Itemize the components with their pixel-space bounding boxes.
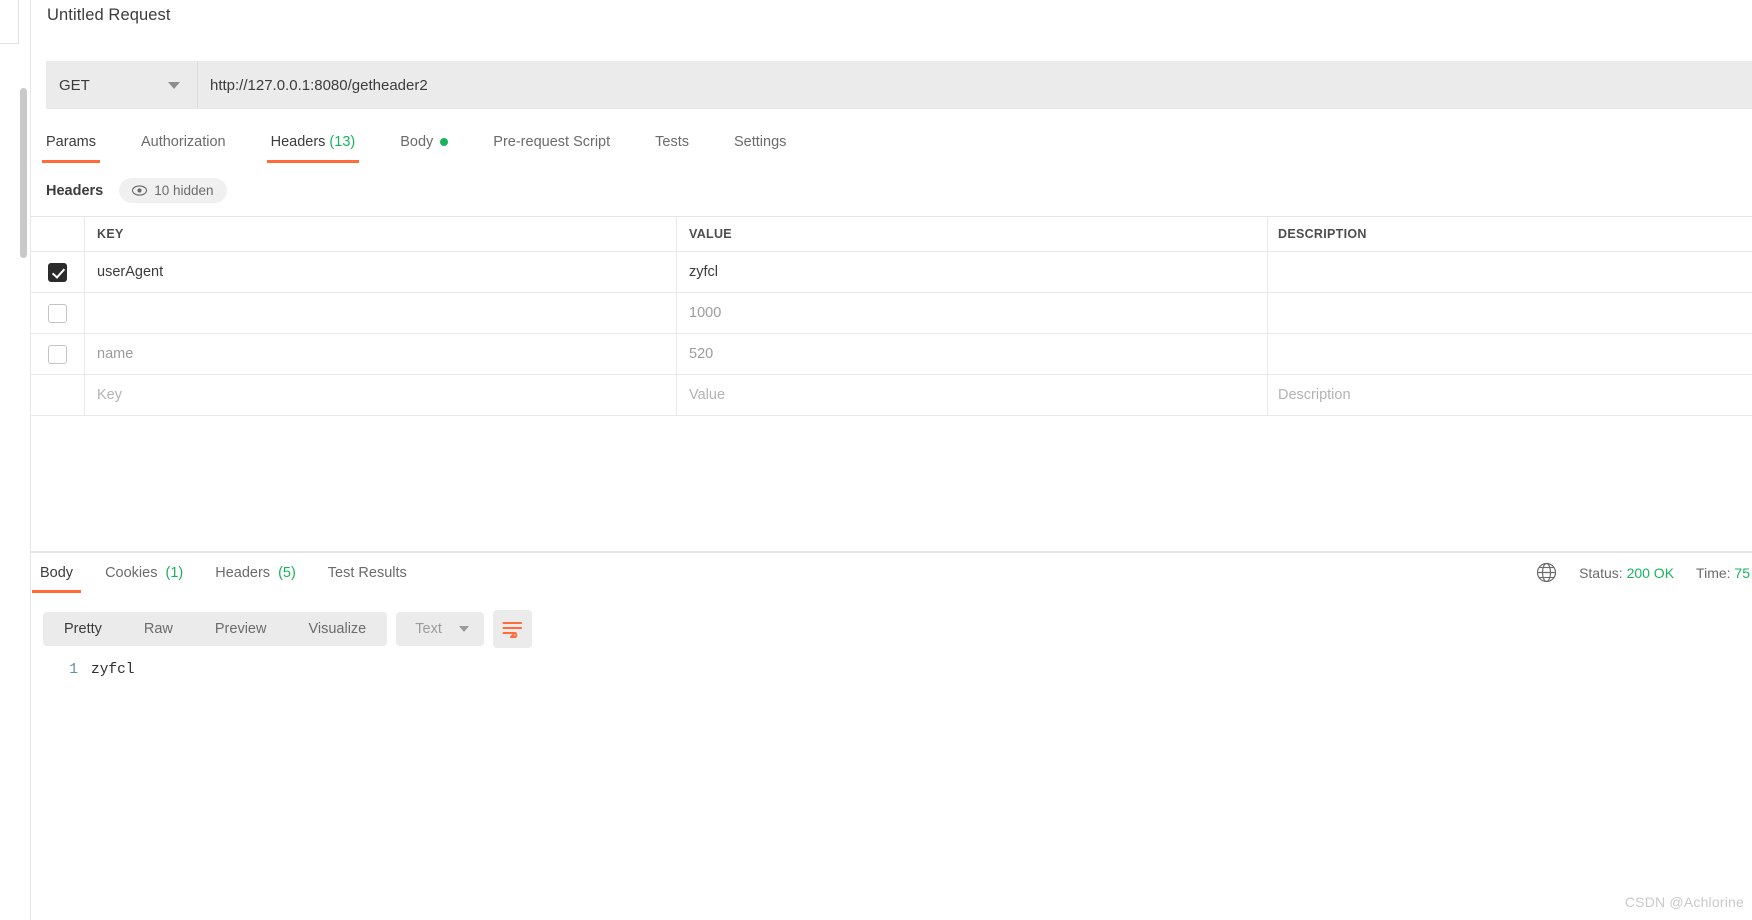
table-row-new: Key Value Description <box>30 375 1752 416</box>
postman-request-window: Untitled Request GET http://127.0.0.1:80… <box>0 0 1752 920</box>
url-bar: GET http://127.0.0.1:8080/getheader2 <box>46 61 1752 109</box>
row-checkbox[interactable] <box>47 262 67 282</box>
request-title[interactable]: Untitled Request <box>47 6 171 25</box>
new-row-checkbox-cell <box>30 375 85 415</box>
headers-table: KEY VALUE DESCRIPTION userAgent zyfcl 10… <box>30 216 1752 416</box>
response-tabs: Body Cookies (1) Headers (5) Test Result… <box>31 559 439 593</box>
line-number: 1 <box>69 662 78 678</box>
line-content: zyfcl <box>91 662 135 678</box>
tab-body[interactable]: Body <box>400 128 449 163</box>
tab-tests-label: Tests <box>655 134 689 150</box>
sidebar-divider <box>30 0 31 920</box>
tab-tests[interactable]: Tests <box>655 128 689 163</box>
word-wrap-icon <box>502 622 522 638</box>
tab-params[interactable]: Params <box>42 128 100 163</box>
code-line: 1 zyfcl <box>43 662 1752 678</box>
tab-settings[interactable]: Settings <box>734 128 786 163</box>
chevron-down-icon <box>458 626 469 632</box>
response-tab-test-results[interactable]: Test Results <box>328 559 407 593</box>
time-badge: Time: 75 <box>1696 565 1750 581</box>
row-checkbox-cell <box>30 252 85 292</box>
response-body-viewer[interactable]: 1 zyfcl <box>43 662 1752 920</box>
panel-splitter[interactable] <box>30 551 1752 553</box>
status-value: 200 OK <box>1626 564 1675 581</box>
row-value-input[interactable]: 520 <box>677 334 1268 374</box>
row-checkbox[interactable] <box>47 344 67 364</box>
view-mode-pretty[interactable]: Pretty <box>43 612 123 646</box>
tab-headers[interactable]: Headers (13) <box>266 128 359 163</box>
row-checkbox-cell <box>30 334 85 374</box>
response-body-toolbar: Pretty Raw Preview Visualize Text <box>43 610 532 648</box>
http-method-label: GET <box>59 76 90 94</box>
response-tab-cookies-label: Cookies <box>105 565 158 581</box>
response-tab-headers-count: (5) <box>278 565 296 581</box>
view-mode-group: Pretty Raw Preview Visualize <box>43 612 388 646</box>
column-header-value: VALUE <box>677 217 1268 251</box>
row-description-input[interactable] <box>1268 293 1752 333</box>
response-tab-cookies-count: (1) <box>165 565 184 581</box>
row-key-input[interactable] <box>85 293 677 333</box>
time-label: Time: <box>1696 564 1731 581</box>
tab-settings-label: Settings <box>733 134 787 150</box>
tab-pre-request-script[interactable]: Pre-request Script <box>493 128 610 163</box>
word-wrap-button[interactable] <box>492 610 532 648</box>
tab-headers-count: (13) <box>329 134 356 150</box>
headers-section-label: Headers <box>46 182 104 199</box>
globe-icon[interactable] <box>1536 562 1557 583</box>
response-tab-cookies[interactable]: Cookies (1) <box>105 559 183 593</box>
url-input[interactable]: http://127.0.0.1:8080/getheader2 <box>198 61 1752 109</box>
response-format-select[interactable]: Text <box>396 612 484 646</box>
row-value-input[interactable]: zyfcl <box>677 252 1268 292</box>
response-meta: Status: 200 OK Time: 75 <box>1536 562 1752 583</box>
body-present-dot-icon <box>440 138 449 147</box>
eye-icon <box>132 185 148 196</box>
header-row-checkbox-col <box>30 217 85 251</box>
tab-headers-label: Headers <box>270 134 326 150</box>
column-header-key: KEY <box>85 217 677 251</box>
new-row-key-input[interactable]: Key <box>85 375 677 415</box>
headers-table-header-row: KEY VALUE DESCRIPTION <box>30 217 1752 252</box>
time-value: 75 <box>1734 564 1750 581</box>
hidden-headers-toggle[interactable]: 10 hidden <box>119 178 227 203</box>
hidden-headers-label: 10 hidden <box>154 183 214 198</box>
tab-body-label: Body <box>400 134 434 150</box>
new-row-description-input[interactable]: Description <box>1268 375 1752 415</box>
tab-authorization-label: Authorization <box>140 134 226 150</box>
status-badge: Status: 200 OK <box>1579 565 1674 581</box>
response-tab-headers[interactable]: Headers (5) <box>215 559 296 593</box>
http-method-select[interactable]: GET <box>46 61 198 109</box>
row-key-input[interactable]: userAgent <box>85 252 677 292</box>
table-row: name 520 <box>30 334 1752 375</box>
request-tabs: Params Authorization Headers (13) Body Pr… <box>42 128 831 170</box>
row-description-input[interactable] <box>1268 252 1752 292</box>
view-mode-raw[interactable]: Raw <box>123 612 194 646</box>
table-row: userAgent zyfcl <box>30 252 1752 293</box>
row-checkbox[interactable] <box>47 303 67 323</box>
view-mode-visualize[interactable]: Visualize <box>287 612 387 646</box>
row-key-input[interactable]: name <box>85 334 677 374</box>
tab-authorization[interactable]: Authorization <box>141 128 226 163</box>
sidebar-scrollbar[interactable] <box>20 88 27 258</box>
response-tab-test-results-label: Test Results <box>327 565 407 581</box>
row-checkbox-cell <box>30 293 85 333</box>
watermark: CSDN @Achlorine <box>1624 894 1744 910</box>
response-tab-headers-label: Headers <box>215 565 271 581</box>
response-format-label: Text <box>415 621 442 637</box>
headers-section-bar: Headers 10 hidden <box>46 178 227 203</box>
status-label: Status: <box>1579 564 1623 581</box>
table-row: 1000 <box>30 293 1752 334</box>
row-description-input[interactable] <box>1268 334 1752 374</box>
row-value-input[interactable]: 1000 <box>677 293 1268 333</box>
response-tab-body-label: Body <box>40 565 74 581</box>
tab-pre-request-script-label: Pre-request Script <box>493 134 611 150</box>
response-tab-body[interactable]: Body <box>31 559 82 593</box>
sidebar-rail-top <box>0 0 19 44</box>
column-header-description: DESCRIPTION <box>1278 227 1367 241</box>
new-row-value-input[interactable]: Value <box>677 375 1268 415</box>
view-mode-preview[interactable]: Preview <box>194 612 288 646</box>
tab-params-label: Params <box>46 134 96 150</box>
chevron-down-icon <box>168 81 180 89</box>
